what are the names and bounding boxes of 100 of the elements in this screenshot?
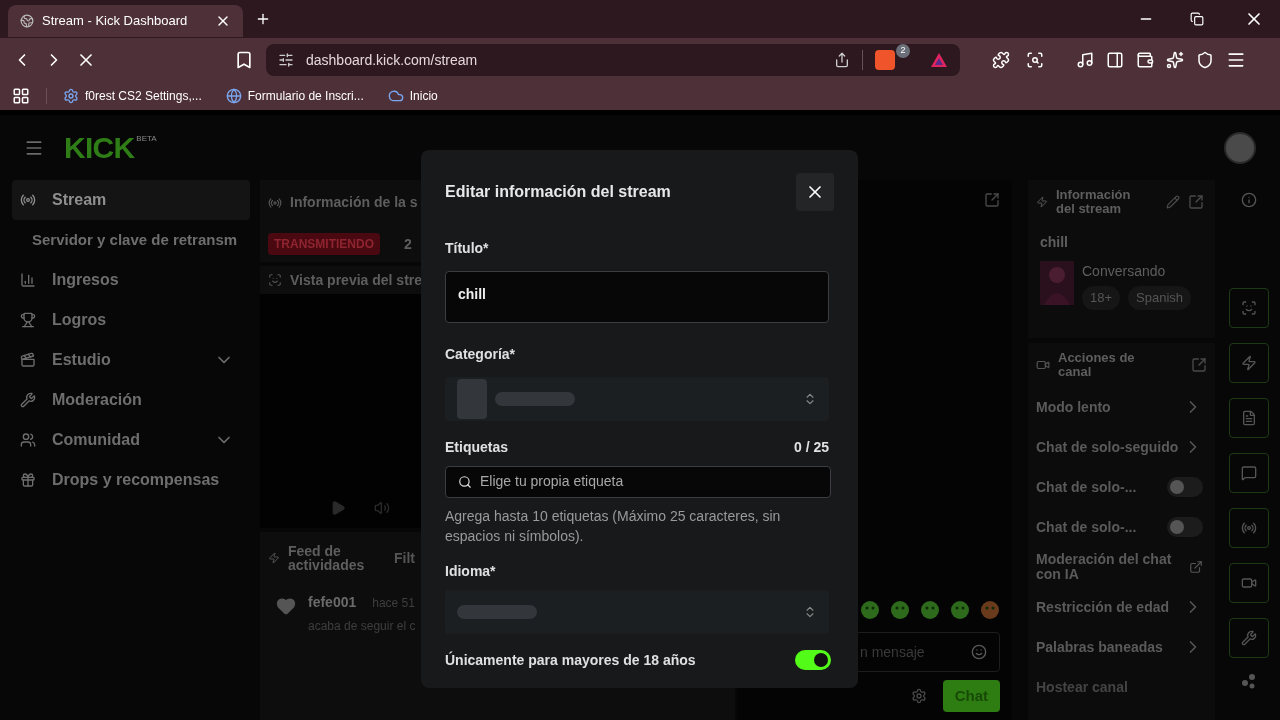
- rail-button[interactable]: [1228, 563, 1269, 603]
- stream-title: chill: [1040, 233, 1069, 252]
- search-page-icon[interactable]: [1026, 51, 1044, 69]
- shield-icon[interactable]: [1196, 51, 1214, 69]
- emote-icon[interactable]: [980, 600, 1000, 620]
- heart-icon: [276, 596, 296, 616]
- field-label: Título*: [445, 239, 490, 258]
- rail-button[interactable]: [1228, 508, 1269, 548]
- channel-action[interactable]: Moderación del chat con IA: [1036, 547, 1207, 587]
- bookmark-link[interactable]: Inicio: [409, 87, 438, 105]
- channel-action[interactable]: Modo lento: [1036, 387, 1207, 427]
- extensions-icon[interactable]: [992, 51, 1010, 69]
- rail-button[interactable]: [1228, 618, 1269, 658]
- globe-icon: [20, 14, 34, 28]
- kick-logo[interactable]: KICK: [64, 132, 135, 163]
- channel-action[interactable]: Chat de solo-...: [1036, 507, 1207, 547]
- expand-icon[interactable]: [1191, 357, 1207, 373]
- bookmark-icon[interactable]: [234, 50, 254, 70]
- filter-button[interactable]: Filt: [394, 547, 415, 569]
- sidebar-item[interactable]: Moderación: [12, 380, 250, 420]
- wallet-icon[interactable]: [1136, 51, 1154, 69]
- lightning-icon: [1036, 196, 1048, 208]
- sidebar-item[interactable]: Stream: [12, 180, 250, 220]
- address-bar[interactable]: dashboard.kick.com/stream 2: [266, 44, 960, 76]
- edit-icon[interactable]: [1166, 195, 1180, 209]
- panel-title: Información del stream: [1056, 188, 1132, 216]
- dots-icon[interactable]: [1240, 673, 1257, 689]
- emote-icon[interactable]: [890, 600, 910, 620]
- chat-bubble-icon: [1240, 465, 1257, 481]
- title-input[interactable]: chill: [445, 271, 829, 323]
- cloud-icon: [387, 88, 404, 104]
- tags-hint: Agrega hasta 10 etiquetas (Máximo 25 caracteres, sin espacios ni símbolos).: [445, 506, 782, 546]
- tag-chip[interactable]: 18+: [1082, 286, 1121, 310]
- tag-counter: 0 / 25: [793, 437, 829, 457]
- document-icon: [1240, 410, 1257, 426]
- emoji-icon[interactable]: [971, 644, 987, 660]
- avatar[interactable]: [1224, 131, 1256, 164]
- live-status: TRANSMITIENDO: [268, 233, 380, 255]
- gear-icon: [63, 88, 79, 104]
- channel-action[interactable]: Palabras baneadas: [1036, 627, 1207, 667]
- new-tab-icon[interactable]: [255, 11, 271, 27]
- channel-action[interactable]: Hostear canal: [1036, 667, 1207, 707]
- url-text: dashboard.kick.com/stream: [306, 50, 479, 70]
- channel-action[interactable]: Chat de solo-seguido: [1036, 427, 1207, 467]
- panel-title: Acciones de canal: [1058, 351, 1136, 379]
- panel-title: Información de la s: [290, 193, 418, 212]
- broadcast-icon: [20, 192, 36, 208]
- broadcast-icon: [268, 195, 282, 210]
- camera-frame-icon: [1240, 300, 1257, 316]
- gift-icon: [20, 472, 36, 488]
- category-name[interactable]: Conversando: [1082, 261, 1192, 282]
- expand-icon[interactable]: [984, 192, 1000, 208]
- sidebar-item[interactable]: Estudio: [12, 340, 250, 380]
- adult-only-label: Únicamente para mayores de 18 años: [445, 650, 696, 670]
- trophy-icon: [20, 312, 36, 328]
- tag-chip[interactable]: Spanish: [1128, 286, 1192, 310]
- share-icon[interactable]: [834, 52, 850, 68]
- site-settings-icon[interactable]: [278, 52, 294, 68]
- rail-button[interactable]: [1228, 343, 1269, 383]
- emote-icon[interactable]: [950, 600, 970, 620]
- users-icon: [20, 432, 36, 448]
- tags-search-field[interactable]: Elige tu propia etiqueta: [445, 465, 831, 498]
- channel-action[interactable]: Chat de solo-...: [1036, 467, 1207, 507]
- event-user[interactable]: fefe001: [308, 592, 357, 613]
- panel-title: Vista previa del stre: [290, 270, 423, 290]
- preview-icon: [268, 273, 282, 287]
- toggle-switch[interactable]: [1167, 517, 1203, 537]
- browser-tab[interactable]: Stream - Kick Dashboard: [8, 5, 243, 37]
- sidebar-subitem[interactable]: Servidor y clave de retransm: [12, 220, 250, 260]
- sidebar-icon[interactable]: [1106, 51, 1124, 69]
- sidebar-item[interactable]: Comunidad: [12, 420, 250, 460]
- toggle-switch[interactable]: [795, 650, 831, 671]
- sidebar-item[interactable]: Drops y recompensas: [12, 460, 250, 500]
- rail-button[interactable]: [1228, 453, 1269, 493]
- settings-icon[interactable]: [910, 688, 927, 704]
- sparkle-icon[interactable]: [1166, 51, 1184, 69]
- sidebar-item[interactable]: Logros: [12, 300, 250, 340]
- dialog-title: Editar información del stream: [445, 182, 671, 202]
- restore-icon[interactable]: [1190, 12, 1204, 26]
- emote-icon[interactable]: [920, 600, 940, 620]
- emote-icon[interactable]: [860, 600, 880, 620]
- bookmark-link[interactable]: f0rest CS2 Settings,...: [85, 87, 202, 105]
- channel-action[interactable]: Restricción de edad: [1036, 587, 1207, 627]
- camera-icon: [1240, 575, 1257, 591]
- rail-button[interactable]: [1228, 288, 1269, 328]
- triangle-icon[interactable]: [930, 52, 948, 68]
- apps-icon[interactable]: [12, 87, 30, 105]
- toggle-switch[interactable]: [1167, 477, 1203, 497]
- music-icon[interactable]: [1076, 51, 1094, 69]
- tab-title: Stream - Kick Dashboard: [42, 12, 189, 31]
- bookmark-link[interactable]: Formulario de Inscri...: [247, 87, 364, 105]
- placeholder-text: Elige tu propia etiqueta: [480, 472, 624, 492]
- beta-label: BETA: [136, 132, 157, 145]
- menu-icon[interactable]: [1226, 50, 1246, 70]
- expand-icon[interactable]: [1188, 194, 1204, 210]
- close-button[interactable]: [796, 173, 834, 211]
- info-icon[interactable]: [1240, 192, 1257, 208]
- panel-title: Feed de actividades: [288, 544, 366, 572]
- sidebar-item[interactable]: Ingresos: [12, 260, 250, 300]
- rail-button[interactable]: [1228, 398, 1269, 438]
